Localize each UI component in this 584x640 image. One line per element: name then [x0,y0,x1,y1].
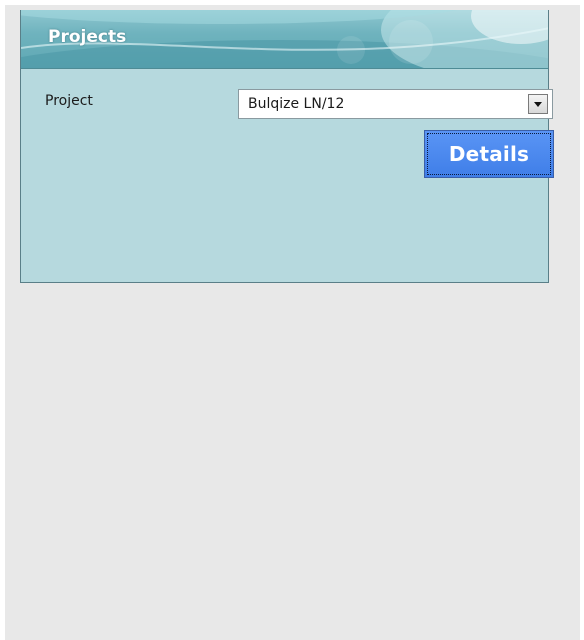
panel-title: Projects [48,27,127,47]
projects-panel: Projects Project Bulqize LN/12 Details [20,10,554,283]
chevron-down-icon[interactable] [528,94,548,114]
project-select[interactable]: Bulqize LN/12 [238,89,553,119]
project-select-value: Bulqize LN/12 [248,96,345,112]
content-area: Projects Project Bulqize LN/12 Details [5,5,580,640]
page: Projects Project Bulqize LN/12 Details [0,0,584,640]
details-button[interactable]: Details [424,130,554,178]
details-button-label: Details [427,133,551,175]
project-label: Project [45,93,93,109]
panel-header: Projects [21,10,548,69]
